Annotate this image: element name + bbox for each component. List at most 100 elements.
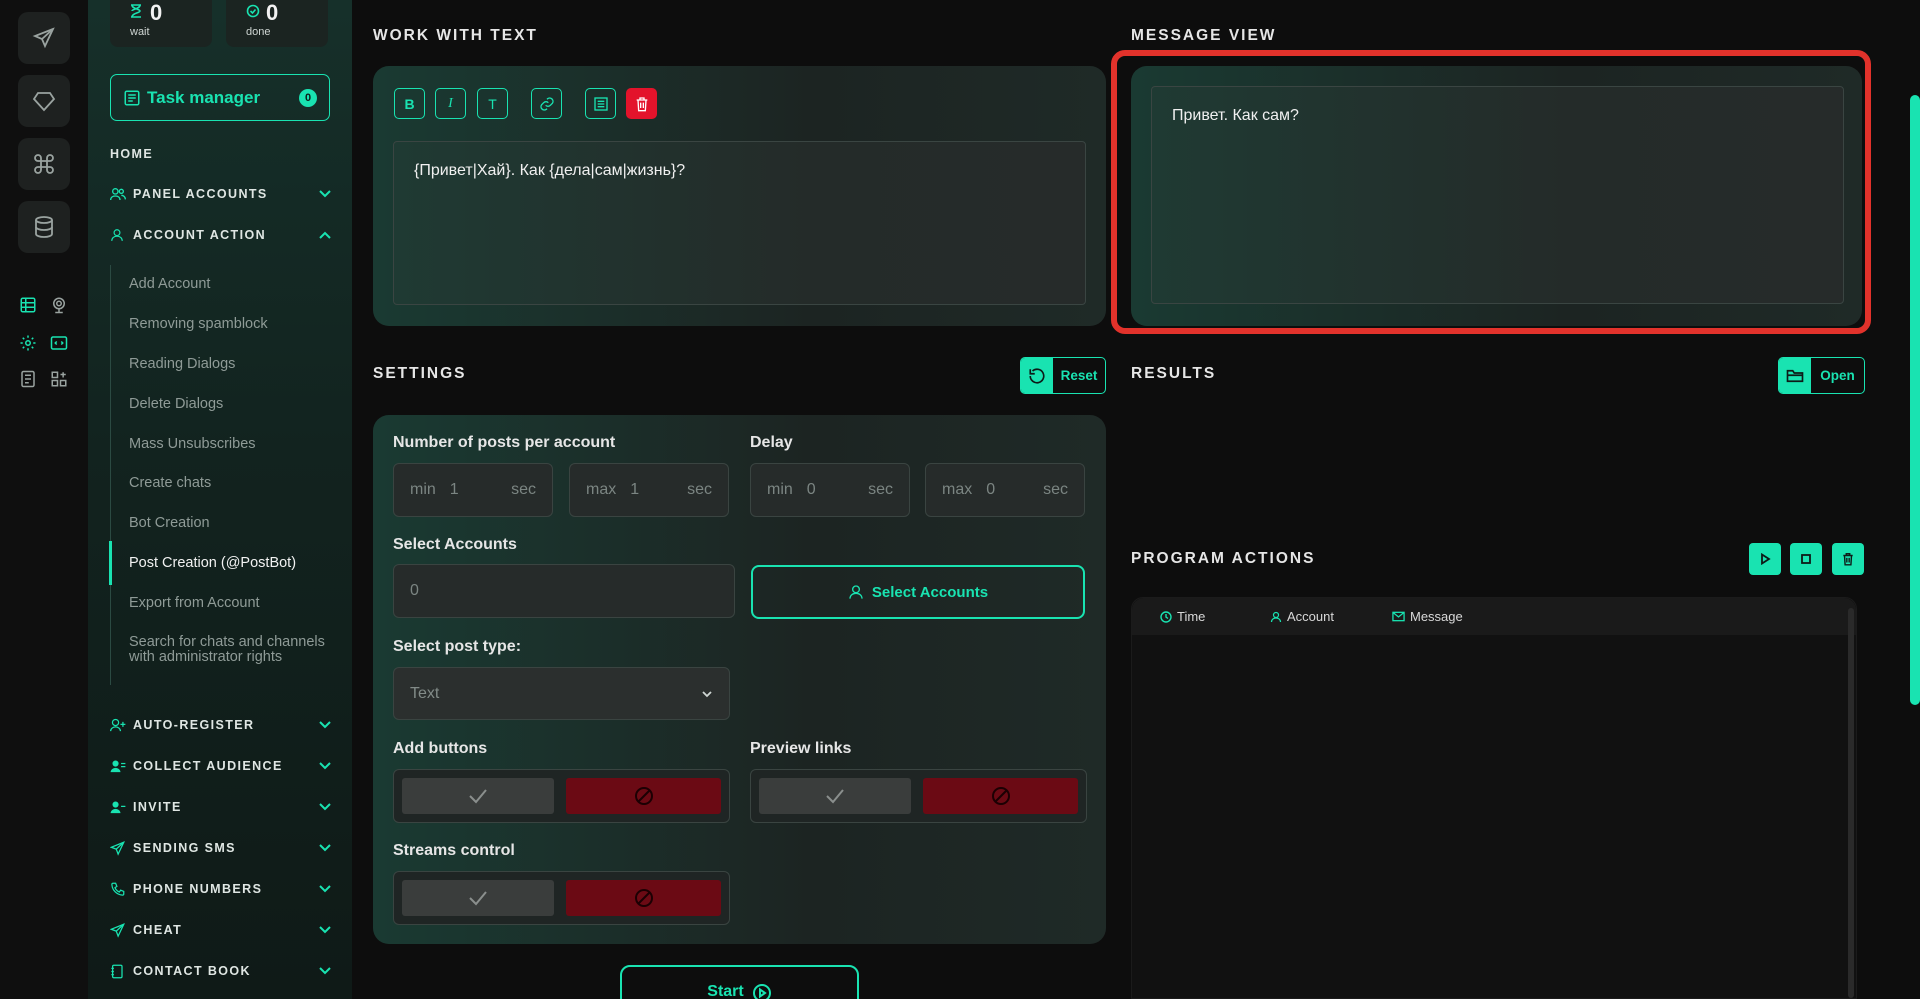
hourglass-icon — [130, 4, 142, 18]
nav-contact-book[interactable]: CONTACT BOOK — [110, 960, 332, 982]
chevron-down-icon — [318, 841, 332, 855]
folder-open-icon — [1779, 358, 1811, 393]
select-accounts-button-label: Select Accounts — [871, 583, 989, 601]
min-prefix: min — [410, 481, 436, 498]
database-icon[interactable] — [18, 201, 70, 253]
streams-control-toggle — [393, 871, 730, 925]
nav-phone-numbers-label: PHONE NUMBERS — [133, 882, 263, 896]
streams-disable[interactable] — [566, 880, 721, 916]
server-list-icon[interactable] — [17, 294, 39, 316]
send-plus-icon — [110, 922, 128, 938]
streams-enable[interactable] — [402, 880, 554, 916]
nav-invite[interactable]: INVITE — [110, 796, 332, 818]
bold-button[interactable]: B — [394, 88, 425, 119]
webcam-icon[interactable] — [48, 294, 70, 316]
nav-phone-numbers[interactable]: PHONE NUMBERS — [110, 878, 332, 900]
highlight-frame — [1111, 50, 1871, 334]
play-circle-icon — [752, 984, 771, 999]
task-manager-button[interactable]: Task manager 0 — [110, 74, 330, 121]
nav-panel-accounts-label: PANEL ACCOUNTS — [133, 187, 268, 201]
send-icon[interactable] — [18, 12, 70, 64]
sidebar-item-mass-unsubscribes[interactable]: Mass Unsubscribes — [129, 437, 325, 452]
clear-log-button[interactable] — [1832, 543, 1864, 575]
posts-max-input[interactable]: max 1 sec — [569, 463, 729, 517]
unit-label: sec — [687, 481, 712, 498]
preview-links-disable[interactable] — [923, 778, 1078, 814]
chevron-down-icon — [318, 187, 332, 201]
play-icon — [1759, 553, 1771, 565]
reset-button[interactable]: Reset — [1020, 357, 1106, 394]
nav-collect-audience[interactable]: COLLECT AUDIENCE — [110, 755, 332, 777]
work-with-text-title: WORK WITH TEXT — [373, 27, 538, 44]
posts-min-input[interactable]: min 1 sec — [393, 463, 553, 517]
nav-sending-sms[interactable]: SENDING SMS — [110, 837, 332, 859]
italic-button[interactable]: I — [435, 88, 466, 119]
sidebar-item-removing-spamblock[interactable]: Removing spamblock — [129, 317, 325, 332]
log-scrollbar[interactable] — [1848, 608, 1854, 998]
posts-min-value: 1 — [449, 481, 459, 498]
nav-contact-book-label: CONTACT BOOK — [133, 964, 251, 978]
unit-label: sec — [868, 481, 893, 498]
nav-cheat[interactable]: CHEAT — [110, 919, 332, 941]
page-scrollbar[interactable] — [1910, 95, 1920, 705]
icon-rail — [0, 0, 88, 999]
streams-control-label: Streams control — [393, 842, 515, 859]
nav-account-action[interactable]: ACCOUNT ACTION — [110, 224, 332, 246]
add-buttons-enable[interactable] — [402, 778, 554, 814]
play-button[interactable] — [1749, 543, 1781, 575]
nav-panel-accounts[interactable]: PANEL ACCOUNTS — [110, 183, 332, 205]
sidebar-item-create-chats[interactable]: Create chats — [129, 476, 325, 491]
stop-button[interactable] — [1790, 543, 1822, 575]
clock-icon — [1160, 610, 1172, 623]
grid-apps-icon[interactable] — [48, 368, 70, 390]
delay-min-input[interactable]: min 0 sec — [750, 463, 910, 517]
results-title: RESULTS — [1131, 365, 1217, 382]
code-window-icon[interactable] — [48, 332, 70, 354]
preview-links-enable[interactable] — [759, 778, 911, 814]
nav-auto-register[interactable]: AUTO-REGISTER — [110, 714, 332, 736]
preview-links-label: Preview links — [750, 740, 852, 757]
post-type-select[interactable]: Text — [393, 667, 730, 720]
chevron-down-icon — [318, 759, 332, 773]
link-button[interactable] — [531, 88, 562, 119]
check-icon — [825, 788, 845, 804]
nav-home[interactable]: HOME — [110, 143, 332, 165]
add-buttons-disable[interactable] — [566, 778, 721, 814]
user-icon — [848, 584, 864, 600]
open-label: Open — [1820, 368, 1855, 383]
delay-label: Delay — [750, 434, 793, 451]
chevron-down-icon — [318, 800, 332, 814]
active-indicator — [109, 541, 112, 585]
sidebar-item-delete-dialogs[interactable]: Delete Dialogs — [129, 397, 325, 412]
start-button[interactable]: Start — [620, 965, 859, 999]
log-column-account: Account — [1270, 609, 1334, 624]
check-icon — [468, 890, 488, 906]
audience-icon — [110, 759, 128, 773]
sidebar-item-add-account[interactable]: Add Account — [129, 277, 325, 292]
sidebar-item-export-from-account[interactable]: Export from Account — [129, 596, 325, 611]
ban-icon — [634, 786, 654, 806]
delay-min-value: 0 — [806, 481, 816, 498]
clear-text-button[interactable] — [626, 88, 657, 119]
spoiler-button[interactable] — [585, 88, 616, 119]
message-template-input[interactable]: {Привет|Хай}. Как {дела|сам|жизнь}? — [393, 141, 1086, 305]
sidebar-item-search-chats-admin[interactable]: Search for chats and channels with admin… — [129, 635, 325, 665]
sidebar-item-post-creation[interactable]: Post Creation (@PostBot) — [129, 556, 325, 571]
select-accounts-button[interactable]: Select Accounts — [751, 565, 1085, 619]
open-results-button[interactable]: Open — [1778, 357, 1865, 394]
accounts-count-input[interactable]: 0 — [393, 564, 735, 618]
sidebar-item-reading-dialogs[interactable]: Reading Dialogs — [129, 357, 325, 372]
select-accounts-label: Select Accounts — [393, 536, 517, 553]
delay-max-value: 0 — [986, 481, 996, 498]
log-column-time: Time — [1160, 609, 1205, 624]
ban-icon — [634, 888, 654, 908]
diamond-icon[interactable] — [18, 75, 70, 127]
document-list-icon[interactable] — [17, 368, 39, 390]
nav-invite-label: INVITE — [133, 800, 182, 814]
delay-max-input[interactable]: max 0 sec — [925, 463, 1085, 517]
settings-gear-icon[interactable] — [17, 332, 39, 354]
mail-icon — [1392, 611, 1405, 622]
sidebar-item-bot-creation[interactable]: Bot Creation — [129, 516, 325, 531]
text-style-button[interactable]: T — [477, 88, 508, 119]
command-icon[interactable] — [18, 138, 70, 190]
